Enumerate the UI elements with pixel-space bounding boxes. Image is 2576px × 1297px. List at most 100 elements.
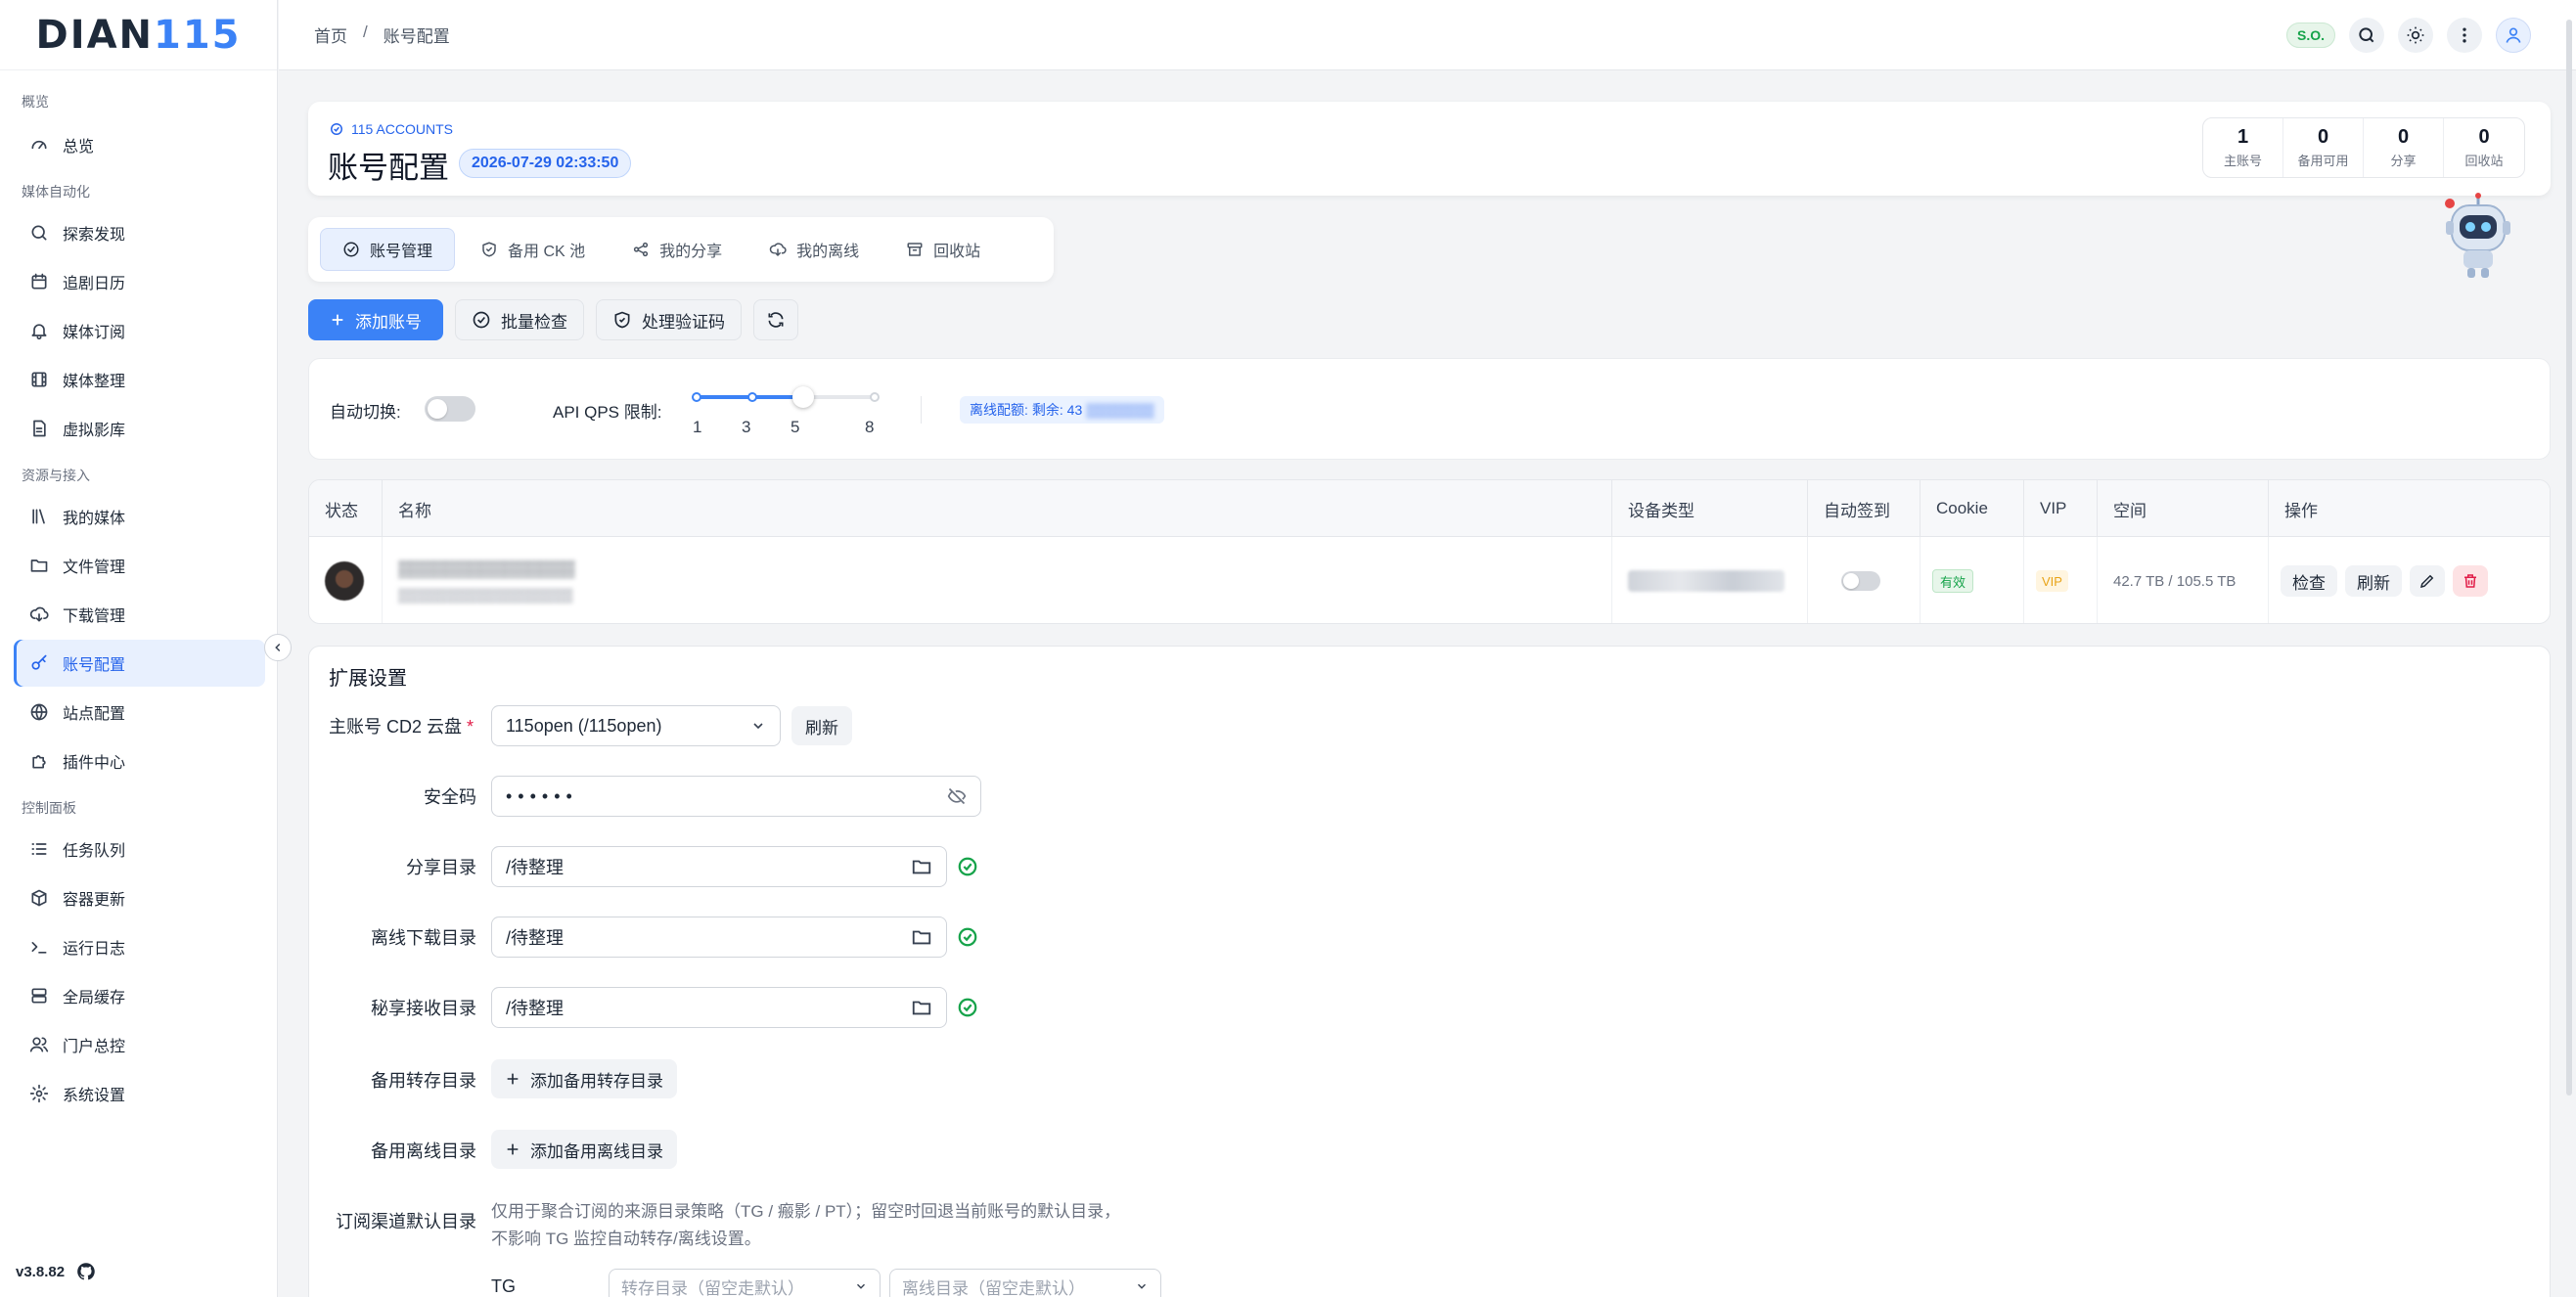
check-circle-icon — [958, 857, 977, 876]
film-icon — [31, 372, 47, 387]
puzzle-icon — [32, 755, 46, 769]
sidebar-item-users[interactable]: 门户总控 — [14, 1021, 265, 1068]
folder-icon[interactable] — [911, 997, 932, 1018]
tab-check-circle[interactable]: 账号管理 — [320, 228, 456, 271]
sidebar-item-folder[interactable]: 文件管理 — [14, 542, 265, 589]
stat-value: 0 — [2478, 126, 2490, 148]
add-account-button[interactable]: 添加账号 — [308, 299, 443, 340]
tab-archive[interactable]: 回收站 — [884, 228, 1002, 271]
eye-off-icon[interactable] — [947, 786, 967, 806]
auto-sign-toggle[interactable] — [1841, 571, 1880, 591]
sidebar-item-label: 探索发现 — [63, 227, 126, 244]
reload-button[interactable] — [753, 299, 798, 340]
user-avatar-button[interactable] — [2496, 18, 2531, 53]
folder-icon[interactable] — [911, 856, 932, 877]
more-menu-button[interactable] — [2447, 18, 2482, 53]
delete-account-button[interactable] — [2453, 565, 2488, 597]
tg-offline-dir-select[interactable]: 离线目录（留空走默认） — [889, 1269, 1161, 1297]
sidebar-item-globe[interactable]: 站点配置 — [14, 689, 265, 736]
server-icon — [31, 988, 47, 1004]
column-header-device: 设备类型 — [1612, 480, 1808, 537]
sidebar-item-puzzle[interactable]: 插件中心 — [14, 738, 265, 784]
sidebar-item-label: 虚拟影库 — [63, 423, 126, 439]
sidebar-item-label: 容器更新 — [63, 892, 126, 909]
theme-toggle-button[interactable] — [2398, 18, 2433, 53]
nav-group-title: 概览 — [22, 94, 49, 110]
quota-value: 剩余: 43 — [1031, 402, 1083, 418]
qps-slider-thumb[interactable] — [792, 386, 814, 408]
folder-icon[interactable] — [911, 926, 932, 948]
search-icon — [31, 225, 47, 241]
sidebar-item-cloud-download[interactable]: 下载管理 — [14, 591, 265, 638]
sidebar-item-gauge[interactable]: 总览 — [14, 121, 265, 168]
page-scrollbar[interactable] — [2566, 20, 2572, 1096]
check-account-button[interactable]: 检查 — [2281, 565, 2337, 597]
sidebar-item-calendar[interactable]: 追剧日历 — [14, 258, 265, 305]
auto-switch-toggle[interactable] — [425, 396, 475, 422]
add-backup-offline-button[interactable]: 添加备用离线目录 — [491, 1130, 677, 1169]
share-dir-field[interactable]: /待整理 — [491, 846, 947, 887]
chevron-left-icon — [275, 643, 281, 652]
qps-label: API QPS 限制: — [553, 403, 662, 422]
status-badge[interactable]: S.O. — [2285, 22, 2335, 48]
add-account-label: 添加账号 — [355, 312, 422, 332]
sidebar-item-label: 媒体订阅 — [63, 325, 126, 341]
tg-transfer-placeholder: 转存目录（留空走默认） — [621, 1278, 804, 1297]
refresh-account-button[interactable]: 刷新 — [2345, 565, 2402, 597]
sidebar-item-file[interactable]: 虚拟影库 — [14, 405, 265, 452]
plus-icon — [332, 314, 343, 326]
batch-check-button[interactable]: 批量检查 — [455, 299, 584, 340]
nav-group-title: 媒体自动化 — [22, 184, 90, 200]
sidebar-item-list[interactable]: 任务队列 — [14, 826, 265, 872]
sidebar-item-label: 追剧日历 — [63, 276, 126, 292]
tab-label: 备用 CK 池 — [508, 244, 586, 260]
sidebar-item-key[interactable]: 账号配置 — [14, 640, 265, 687]
sidebar-item-search[interactable]: 探索发现 — [14, 209, 265, 256]
table-row[interactable]: ▒▒▒▒▒▒▒▒▒▒▒▒▒▒▒ ▒▒▒▒▒▒▒▒▒▒▒▒▒▒▒▒▒▒ 有效 VI… — [309, 537, 2550, 623]
breadcrumb-home[interactable]: 首页 — [314, 22, 347, 47]
qps-slider[interactable] — [692, 386, 880, 408]
trash-icon — [2464, 574, 2476, 588]
secret-dir-field[interactable]: /待整理 — [491, 987, 947, 1028]
qps-stop-8 — [870, 392, 880, 402]
captcha-button[interactable]: 处理验证码 — [596, 299, 742, 340]
edit-account-button[interactable] — [2410, 565, 2445, 597]
sidebar-item-film[interactable]: 媒体整理 — [14, 356, 265, 403]
robot-mascot-icon[interactable] — [2438, 192, 2518, 280]
sidebar-item-label: 文件管理 — [63, 559, 126, 576]
timestamp-badge: 2026-07-29 02:33:50 — [459, 149, 632, 178]
sidebar-item-package[interactable]: 容器更新 — [14, 874, 265, 921]
cd2-drive-select[interactable]: 115open (/115open) — [491, 705, 781, 746]
backup-transfer-label: 备用转存目录 — [371, 1071, 476, 1091]
sidebar-item-gear[interactable]: 系统设置 — [14, 1070, 265, 1117]
stat-item: 0 备用可用 — [2283, 118, 2364, 177]
sidebar-collapse-button[interactable] — [264, 634, 292, 661]
github-icon[interactable] — [76, 1262, 96, 1281]
cd2-refresh-button[interactable]: 刷新 — [791, 706, 852, 745]
security-code-field[interactable]: •••••• — [491, 776, 981, 817]
add-backup-transfer-button[interactable]: 添加备用转存目录 — [491, 1059, 677, 1098]
sidebar-item-library[interactable]: 我的媒体 — [14, 493, 265, 540]
app-logo[interactable]: DIAN115 — [0, 0, 277, 70]
sidebar-item-terminal[interactable]: 运行日志 — [14, 923, 265, 970]
offline-quota-badge: 离线配额: 剩余: 43 ▒▒▒▒▒▒▒ — [960, 396, 1164, 424]
account-toolbar: 添加账号 批量检查 处理验证码 — [308, 299, 798, 340]
search-button[interactable] — [2349, 18, 2384, 53]
avatar — [325, 561, 364, 601]
cd2-label: 主账号 CD2 云盘 * — [329, 717, 475, 737]
sidebar: DIAN115 概览 总览 媒体自动化 探索发现 追剧日历 媒体订阅 媒体整理 虚拟影库 资源与… — [0, 0, 278, 1297]
tg-transfer-dir-select[interactable]: 转存目录（留空走默认） — [609, 1269, 881, 1297]
sidebar-item-bell[interactable]: 媒体订阅 — [14, 307, 265, 354]
account-id-hidden: ▒▒▒▒▒▒▒▒▒▒▒▒▒▒▒▒▒▒ — [398, 587, 573, 603]
key-icon — [31, 654, 47, 670]
tab-cloud-download[interactable]: 我的离线 — [747, 228, 881, 271]
share-icon — [634, 242, 649, 257]
account-tabs: 账号管理 备用 CK 池 我的分享 我的离线 回收站 — [308, 217, 1054, 282]
security-code-label: 安全码 — [424, 787, 476, 807]
sidebar-item-server[interactable]: 全局缓存 — [14, 972, 265, 1019]
folder-icon — [30, 559, 48, 572]
tab-shield[interactable]: 备用 CK 池 — [459, 228, 607, 271]
offline-dir-field[interactable]: /待整理 — [491, 917, 947, 958]
column-header-auto-sign: 自动签到 — [1808, 480, 1921, 537]
tab-share[interactable]: 我的分享 — [610, 228, 744, 271]
